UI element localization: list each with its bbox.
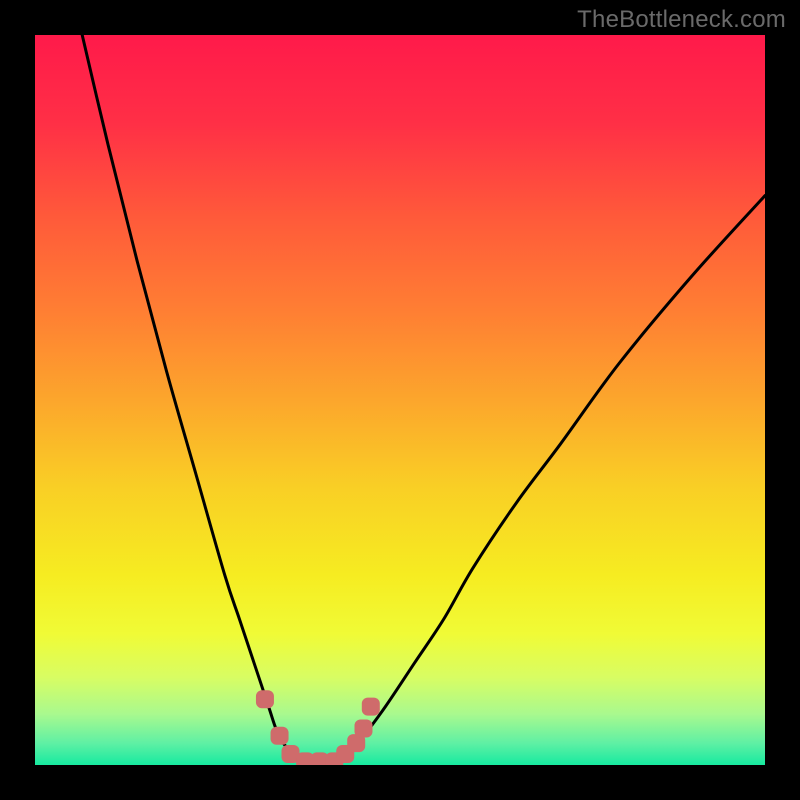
scenario-markers	[256, 690, 380, 765]
watermark-text: TheBottleneck.com	[577, 6, 786, 34]
marker-point	[355, 720, 373, 738]
marker-point	[256, 690, 274, 708]
chart-plot-area	[35, 35, 765, 765]
chart-curve-layer	[35, 35, 765, 765]
bottleneck-curve	[79, 35, 765, 765]
marker-point	[271, 727, 289, 745]
marker-point	[362, 698, 380, 716]
